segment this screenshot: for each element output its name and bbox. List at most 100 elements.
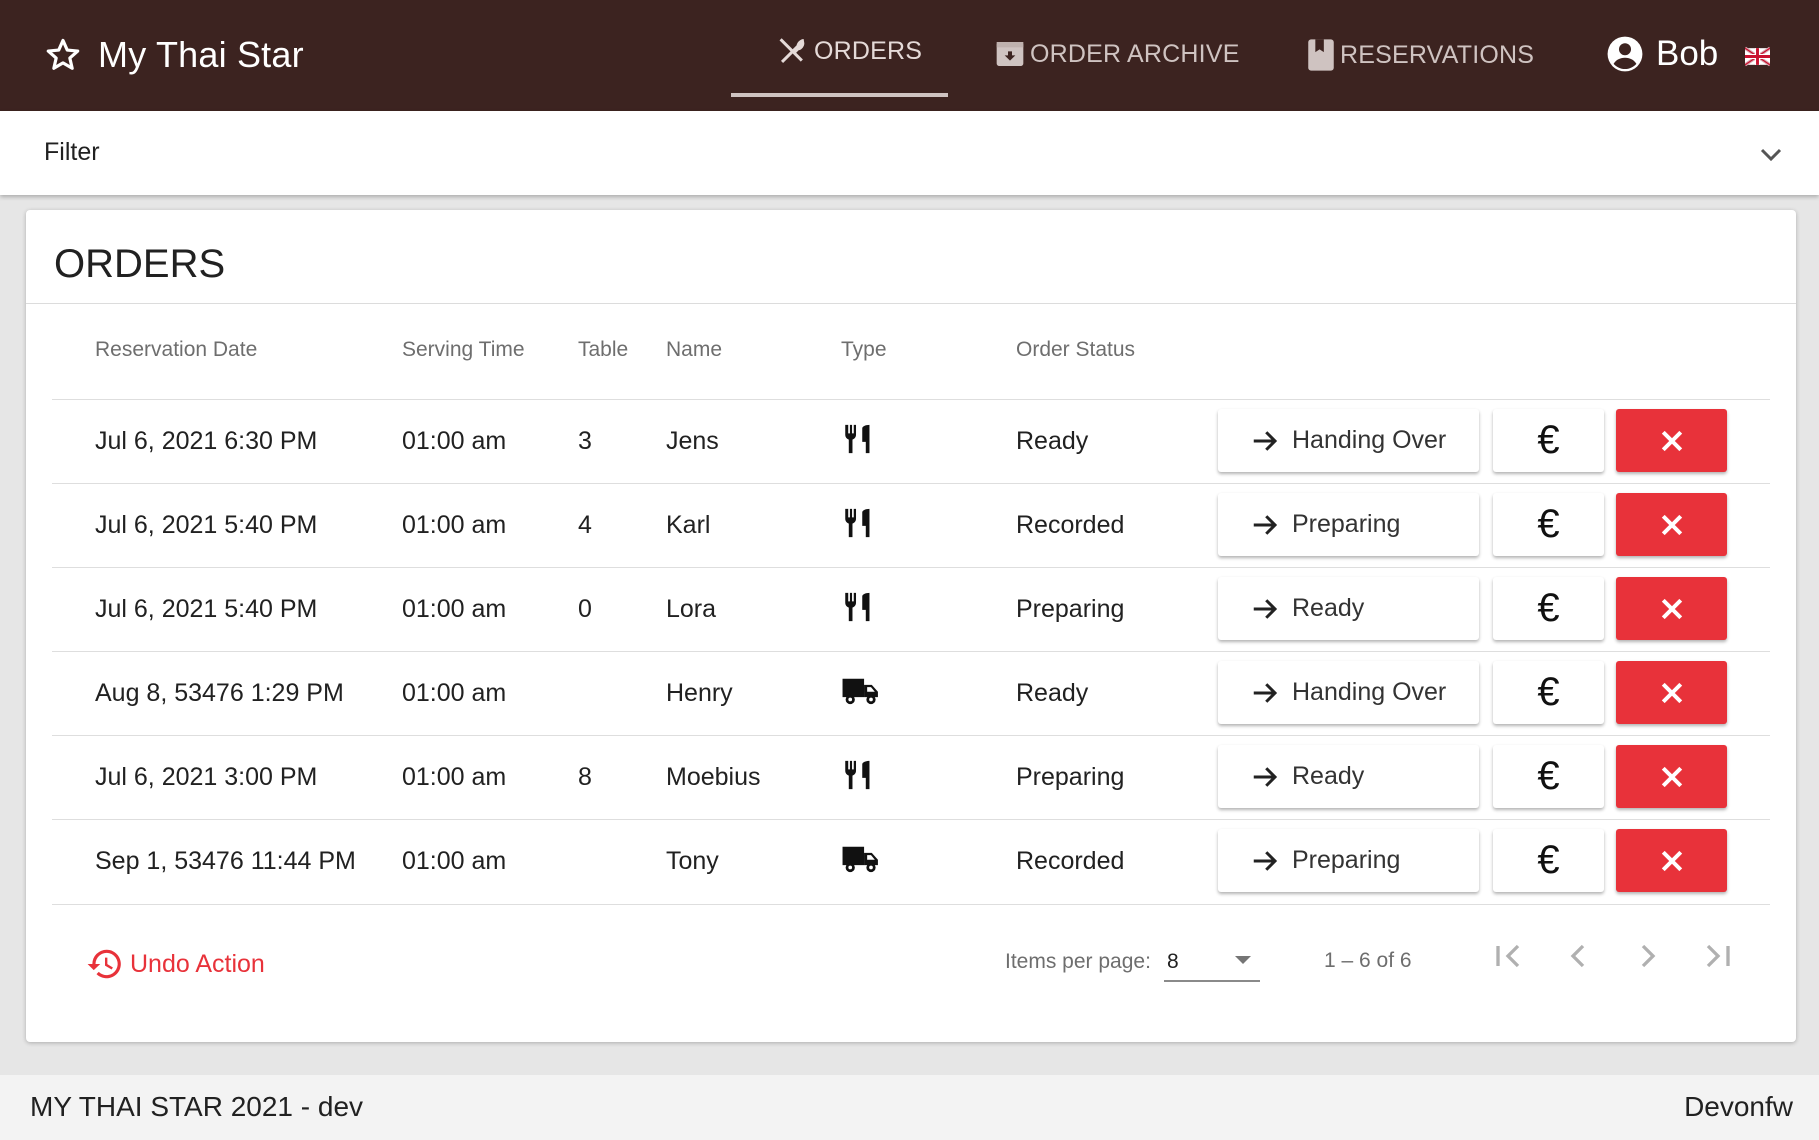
page-footer: MY THAI STAR 2021 - dev Devonfw — [0, 1075, 1819, 1140]
order-row: Jul 6, 2021 3:00 PM 01:00 am 8 Moebius Prepa… — [52, 735, 1770, 820]
cancel-order-button[interactable] — [1616, 493, 1727, 556]
footer-copyright: MY THAI STAR 2021 - dev — [30, 1091, 364, 1122]
cancel-order-button[interactable] — [1616, 661, 1727, 724]
cancel-order-button[interactable] — [1616, 829, 1727, 892]
utensils-icon — [845, 760, 870, 790]
euro-icon: € — [1537, 586, 1560, 630]
dropdown-arrow-icon — [1235, 956, 1251, 964]
nav-tab-label: ORDERS — [814, 36, 923, 65]
customer-name: Karl — [666, 511, 711, 539]
euro-icon: € — [1537, 502, 1560, 546]
cancel-order-button[interactable] — [1616, 745, 1727, 808]
utensils-crossed-icon — [779, 38, 805, 64]
column-header-reservation-date[interactable]: Reservation Date — [95, 338, 257, 362]
arrow-right-icon — [1253, 682, 1278, 703]
nav-tab-order-archive[interactable]: ORDER ARCHIVE — [994, 38, 1240, 70]
nav-tab-reservations[interactable]: RESERVATIONS — [1306, 38, 1534, 72]
close-icon — [1661, 850, 1682, 871]
column-header-order-status[interactable]: Order Status — [1016, 338, 1135, 362]
order-type — [841, 842, 881, 881]
reservation-date: Aug 8, 53476 1:29 PM — [95, 679, 344, 707]
first-page-icon[interactable] — [1488, 936, 1528, 976]
pagination-range: 1 – 6 of 6 — [1324, 949, 1412, 972]
user-menu[interactable]: Bob — [1606, 34, 1718, 74]
chevron-down-icon[interactable] — [1760, 148, 1782, 162]
table-number: 4 — [578, 511, 592, 539]
payment-button[interactable]: € — [1493, 577, 1604, 640]
utensils-icon — [845, 508, 870, 538]
payment-button[interactable]: € — [1493, 493, 1604, 556]
advance-status-button[interactable]: Ready — [1218, 577, 1479, 640]
customer-name: Henry — [666, 679, 733, 707]
table-number: 0 — [578, 595, 592, 623]
customer-name: Jens — [666, 427, 719, 455]
arrow-right-icon — [1253, 598, 1278, 619]
serving-time: 01:00 am — [402, 763, 507, 791]
arrow-right-icon — [1253, 766, 1278, 787]
advance-status-button[interactable]: Handing Over — [1218, 661, 1479, 724]
close-icon — [1661, 598, 1682, 619]
column-header-type[interactable]: Type — [841, 338, 887, 362]
uk-flag-icon[interactable] — [1745, 45, 1770, 68]
order-row: Jul 6, 2021 5:40 PM 01:00 am 0 Lora Preparin… — [52, 567, 1770, 652]
cancel-order-button[interactable] — [1616, 409, 1727, 472]
archive-icon — [996, 42, 1024, 66]
order-type — [841, 422, 875, 461]
column-header-serving-time[interactable]: Serving Time — [402, 338, 525, 362]
euro-icon: € — [1537, 754, 1560, 798]
filter-panel[interactable]: Filter — [0, 111, 1819, 195]
close-icon — [1661, 766, 1682, 787]
utensils-icon — [845, 592, 870, 622]
customer-name: Lora — [666, 595, 717, 623]
serving-time: 01:00 am — [402, 847, 507, 875]
advance-status-button[interactable]: Handing Over — [1218, 409, 1479, 472]
brand[interactable]: My Thai Star — [44, 34, 304, 76]
orders-card: ORDERS Reservation Date Serving Time Tab… — [26, 210, 1796, 1042]
euro-icon: € — [1537, 670, 1560, 714]
next-status-label: Handing Over — [1292, 426, 1447, 454]
payment-button[interactable]: € — [1493, 661, 1604, 724]
reservation-date: Jul 6, 2021 5:40 PM — [95, 511, 318, 539]
app-title: My Thai Star — [98, 34, 304, 75]
order-row: Jul 6, 2021 6:30 PM 01:00 am 3 Jens Ready Han… — [52, 399, 1770, 484]
history-undo-icon — [87, 949, 121, 979]
next-status-label: Preparing — [1292, 846, 1401, 874]
payment-button[interactable]: € — [1493, 829, 1604, 892]
card-title: ORDERS — [54, 242, 226, 286]
column-header-name[interactable]: Name — [666, 338, 722, 362]
order-status: Preparing — [1016, 595, 1125, 623]
advance-status-button[interactable]: Preparing — [1218, 493, 1479, 556]
items-per-page-label: Items per page: — [1005, 950, 1151, 973]
payment-button[interactable]: € — [1493, 745, 1604, 808]
reservation-date: Jul 6, 2021 5:40 PM — [95, 595, 318, 623]
delivery-truck-icon — [842, 678, 878, 705]
order-status: Ready — [1016, 679, 1089, 707]
advance-status-button[interactable]: Preparing — [1218, 829, 1479, 892]
cancel-order-button[interactable] — [1616, 577, 1727, 640]
euro-icon: € — [1537, 418, 1560, 462]
next-page-icon[interactable] — [1628, 936, 1668, 976]
next-status-label: Preparing — [1292, 510, 1401, 538]
previous-page-icon[interactable] — [1558, 936, 1598, 976]
account-circle-icon — [1607, 36, 1643, 72]
close-icon — [1661, 514, 1682, 535]
order-row: Aug 8, 53476 1:29 PM 01:00 am Henry Ready Ha… — [52, 651, 1770, 736]
order-row: Sep 1, 53476 11:44 PM 01:00 am Tony Recorde… — [52, 819, 1770, 905]
payment-button[interactable]: € — [1493, 409, 1604, 472]
last-page-icon[interactable] — [1698, 936, 1738, 976]
table-number: 8 — [578, 763, 592, 791]
advance-status-button[interactable]: Ready — [1218, 745, 1479, 808]
undo-action-button[interactable]: Undo Action — [86, 945, 265, 983]
undo-label: Undo Action — [130, 949, 265, 978]
next-status-label: Handing Over — [1292, 678, 1447, 706]
order-status: Preparing — [1016, 763, 1125, 791]
items-per-page-select[interactable]: 8 — [1164, 938, 1260, 982]
top-app-bar: My Thai Star ORDERS ORDER ARCHIVE RESERV… — [0, 0, 1819, 111]
reservation-date: Jul 6, 2021 3:00 PM — [95, 763, 318, 791]
column-header-table[interactable]: Table — [578, 338, 628, 362]
euro-icon: € — [1537, 838, 1560, 882]
user-name: Bob — [1656, 34, 1719, 73]
table-number: 3 — [578, 427, 592, 455]
utensils-icon — [845, 424, 870, 454]
nav-tab-orders[interactable]: ORDERS — [776, 34, 922, 68]
